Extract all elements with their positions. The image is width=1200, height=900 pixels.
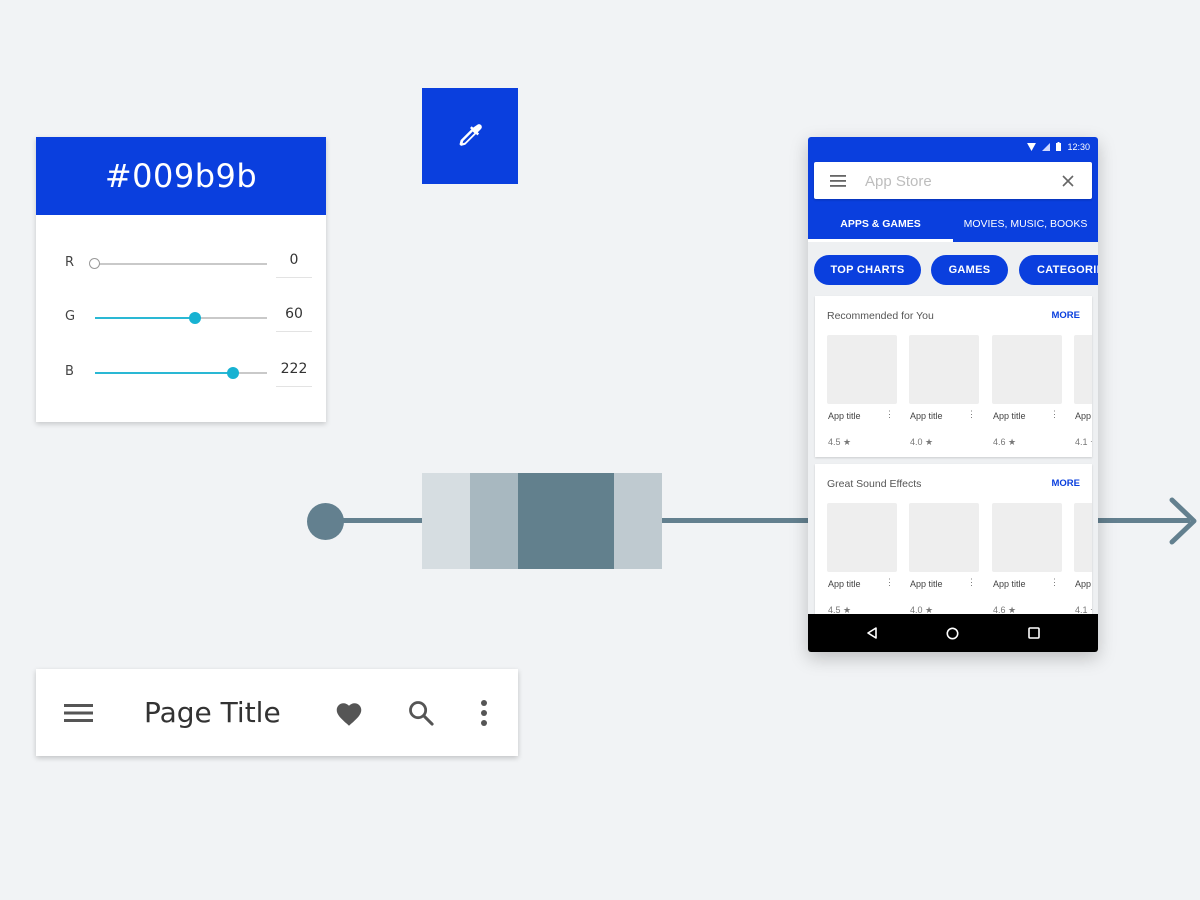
section-title: Great Sound Effects xyxy=(827,478,922,490)
slider-green[interactable]: G 60 xyxy=(36,302,326,332)
app-tile[interactable]: App title 4.1 ★ xyxy=(1074,335,1092,447)
home-icon[interactable] xyxy=(946,627,959,640)
app-title: App title xyxy=(910,579,943,589)
swatch-4[interactable] xyxy=(614,473,662,569)
slider-value-r[interactable]: 0 xyxy=(276,252,312,278)
slider-thumb-r[interactable] xyxy=(89,258,100,269)
app-thumbnail[interactable] xyxy=(909,503,979,572)
slider-label-r: R xyxy=(65,255,75,270)
app-thumbnail[interactable] xyxy=(992,335,1062,404)
signal-icon xyxy=(1042,142,1051,151)
wifi-icon xyxy=(1027,142,1037,151)
app-rating: 4.5 ★ xyxy=(828,437,852,447)
app-thumbnail[interactable] xyxy=(827,503,897,572)
eyedropper-icon xyxy=(459,124,482,146)
app-title: App title xyxy=(1075,579,1092,589)
app-toolbar: Page Title xyxy=(36,669,518,756)
more-vert-icon[interactable]: ⋮ xyxy=(1050,577,1059,588)
heart-icon[interactable] xyxy=(334,700,364,727)
navigation-bar xyxy=(808,614,1098,652)
phone-header: App Store APPS & GAMES MOVIES, MUSIC, BO… xyxy=(808,156,1098,242)
section-title: Recommended for You xyxy=(827,310,934,322)
app-tile[interactable]: App title 4.1 ★ xyxy=(1074,503,1092,615)
slider-blue[interactable]: B 222 xyxy=(36,357,326,387)
menu-icon[interactable] xyxy=(64,702,93,724)
page-title: Page Title xyxy=(144,696,281,729)
more-vert-icon[interactable]: ⋮ xyxy=(1050,409,1059,420)
status-bar: 12:30 xyxy=(808,137,1098,156)
slider-track-b[interactable] xyxy=(95,367,267,379)
section-card-sound-effects: Great Sound Effects MORE App title ⋮ 4.5… xyxy=(815,464,1092,625)
slider-track-g[interactable] xyxy=(95,312,267,324)
slider-fill-b xyxy=(95,372,233,374)
phone-mockup: 12:30 App Store APPS & GAMES MOVIES, MUS… xyxy=(808,137,1098,652)
chip-games[interactable]: GAMES xyxy=(931,255,1008,285)
back-icon[interactable] xyxy=(866,627,878,639)
app-title: App title xyxy=(993,411,1026,421)
more-vert-icon[interactable]: ⋮ xyxy=(967,409,976,420)
battery-icon xyxy=(1056,142,1062,151)
arrow-right-icon xyxy=(1169,497,1197,545)
more-link[interactable]: MORE xyxy=(1052,478,1081,489)
search-bar[interactable]: App Store xyxy=(814,162,1092,199)
app-tile[interactable]: App title ⋮ 4.5 ★ xyxy=(827,335,897,447)
slider-thumb-b[interactable] xyxy=(226,367,239,379)
app-title: App title xyxy=(910,411,943,421)
recents-icon[interactable] xyxy=(1028,627,1040,639)
flow-start-dot xyxy=(307,503,344,540)
app-tile[interactable]: App title ⋮ 4.6 ★ xyxy=(992,335,1062,447)
more-vert-icon[interactable]: ⋮ xyxy=(885,409,894,420)
app-thumbnail[interactable] xyxy=(1074,503,1092,572)
slider-label-b: B xyxy=(65,364,74,379)
tab-movies-music-books[interactable]: MOVIES, MUSIC, BOOKS xyxy=(958,207,1093,242)
slider-fill-g xyxy=(95,317,195,319)
slider-value-b[interactable]: 222 xyxy=(276,361,312,387)
app-title: App title xyxy=(828,411,861,421)
status-time: 12:30 xyxy=(1067,141,1090,152)
hex-value[interactable]: #009b9b xyxy=(36,137,326,215)
swatch-1[interactable] xyxy=(422,473,470,569)
slider-red[interactable]: R 0 xyxy=(36,248,326,278)
app-rating: 4.1 ★ xyxy=(1075,437,1092,447)
app-tile[interactable]: App title ⋮ 4.5 ★ xyxy=(827,503,897,615)
slider-track-r[interactable] xyxy=(89,258,267,269)
app-thumbnail[interactable] xyxy=(827,335,897,404)
chip-categories[interactable]: CATEGORIES xyxy=(1019,255,1098,285)
slider-label-g: G xyxy=(65,309,76,324)
more-vert-icon[interactable]: ⋮ xyxy=(885,577,894,588)
slider-row-r xyxy=(36,385,326,415)
swatch-3-selected[interactable] xyxy=(518,473,614,569)
section-card-recommended: Recommended for You MORE App title ⋮ 4.5… xyxy=(815,296,1092,457)
app-tile[interactable]: App title ⋮ 4.6 ★ xyxy=(992,503,1062,615)
chip-top-charts[interactable]: TOP CHARTS xyxy=(814,255,921,285)
search-placeholder[interactable]: App Store xyxy=(865,173,932,190)
app-tile[interactable]: App title ⋮ 4.0 ★ xyxy=(909,335,979,447)
app-title: App title xyxy=(828,579,861,589)
swatch-2[interactable] xyxy=(470,473,518,569)
app-tile[interactable]: App title ⋮ 4.0 ★ xyxy=(909,503,979,615)
app-rating: 4.6 ★ xyxy=(993,437,1017,447)
eyedropper-button[interactable] xyxy=(422,88,518,184)
app-thumbnail[interactable] xyxy=(1074,335,1092,404)
app-thumbnail[interactable] xyxy=(992,503,1062,572)
more-vert-icon[interactable]: ⋮ xyxy=(967,577,976,588)
app-rating: 4.0 ★ xyxy=(910,437,934,447)
search-icon[interactable] xyxy=(407,699,435,727)
more-vert-icon[interactable] xyxy=(479,699,489,727)
app-title: App title xyxy=(993,579,1026,589)
more-link[interactable]: MORE xyxy=(1052,310,1081,321)
tab-apps-games[interactable]: APPS & GAMES xyxy=(808,207,953,242)
app-title: App title xyxy=(1075,411,1092,421)
close-icon[interactable] xyxy=(1062,175,1074,187)
menu-icon[interactable] xyxy=(830,175,846,187)
slider-value-g[interactable]: 60 xyxy=(276,306,312,332)
app-thumbnail[interactable] xyxy=(909,335,979,404)
slider-thumb-g[interactable] xyxy=(188,312,201,324)
